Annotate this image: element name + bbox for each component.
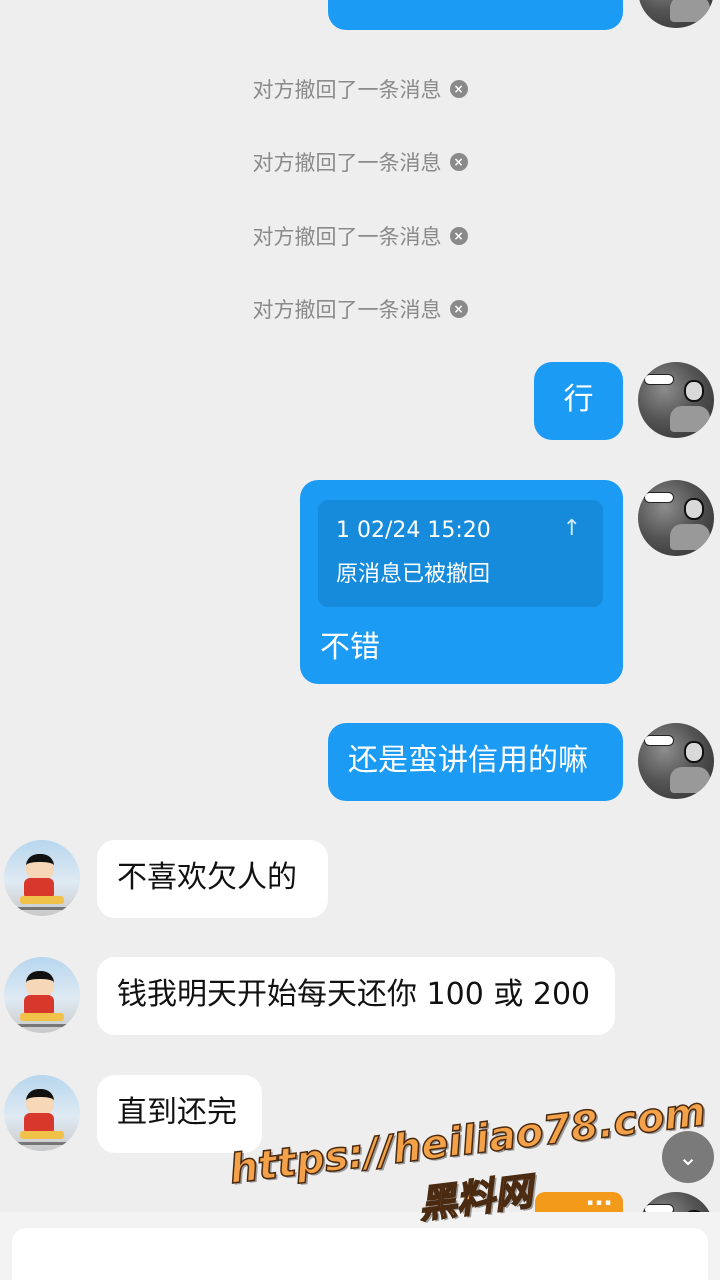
message-text: 钱我明天开始每天还你 100 或 200 bbox=[117, 977, 591, 1012]
outgoing-bubble-partial[interactable] bbox=[328, 0, 623, 30]
message-text: 不喜欢欠人的 bbox=[117, 860, 297, 895]
quote-timestamp: 1 02/24 15:20 bbox=[336, 518, 491, 543]
contact-avatar[interactable] bbox=[4, 840, 80, 916]
incoming-message[interactable]: 不喜欢欠人的 bbox=[97, 840, 328, 918]
contact-avatar[interactable] bbox=[4, 957, 80, 1033]
my-avatar[interactable] bbox=[638, 362, 714, 438]
incoming-message[interactable]: 直到还完 bbox=[97, 1075, 262, 1153]
message-text: 行 bbox=[563, 382, 594, 417]
close-icon[interactable]: × bbox=[449, 80, 468, 98]
quote-text: 原消息已被撤回 bbox=[336, 562, 491, 587]
outgoing-message[interactable]: 行 bbox=[534, 362, 623, 440]
input-bar bbox=[0, 1212, 720, 1280]
message-text: 不错 bbox=[320, 630, 380, 665]
jump-to-quote-icon[interactable]: ↑ bbox=[563, 516, 581, 541]
close-icon[interactable]: × bbox=[449, 153, 468, 171]
chevron-down-icon: ⌄ bbox=[677, 1143, 699, 1171]
outgoing-message[interactable]: 还是蛮讲信用的嘛 bbox=[328, 723, 623, 801]
my-avatar[interactable] bbox=[638, 480, 714, 556]
message-input[interactable] bbox=[12, 1228, 708, 1280]
incoming-message[interactable]: 钱我明天开始每天还你 100 或 200 bbox=[97, 957, 615, 1035]
recalled-notice: 对方撤回了一条消息 × bbox=[0, 70, 720, 110]
close-icon[interactable]: × bbox=[449, 300, 468, 318]
recalled-notice: 对方撤回了一条消息 × bbox=[0, 290, 720, 330]
quoted-message-box[interactable]: 1 02/24 15:20 ↑ 原消息已被撤回 bbox=[318, 500, 603, 607]
my-avatar[interactable] bbox=[638, 0, 714, 28]
contact-avatar[interactable] bbox=[4, 1075, 80, 1151]
message-text: 直到还完 bbox=[117, 1095, 237, 1130]
recalled-notice: 对方撤回了一条消息 × bbox=[0, 217, 720, 257]
close-icon[interactable]: × bbox=[449, 227, 468, 245]
recalled-notice: 对方撤回了一条消息 × bbox=[0, 143, 720, 183]
message-text: 还是蛮讲信用的嘛 bbox=[348, 743, 588, 778]
my-avatar[interactable] bbox=[638, 723, 714, 799]
